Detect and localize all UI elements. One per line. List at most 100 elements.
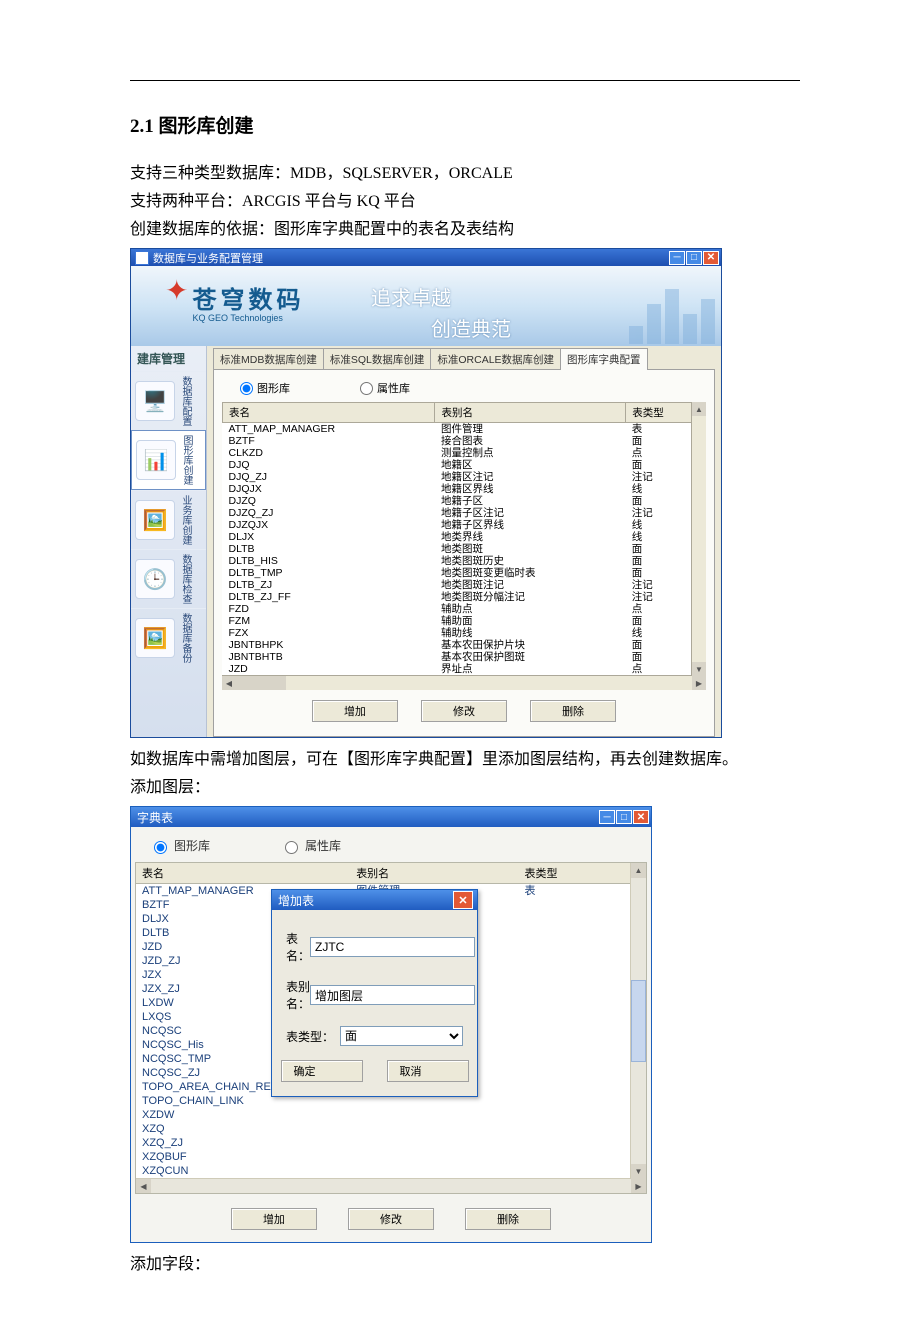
table-name-input[interactable]	[310, 937, 475, 957]
field-type-row: 表类型： 面	[286, 1026, 463, 1046]
scroll-right-icon[interactable]: ▶	[692, 676, 706, 690]
scroll-left-icon[interactable]: ◀	[222, 676, 236, 690]
table-row[interactable]: XZQ	[136, 1122, 646, 1136]
table-cell	[518, 1122, 646, 1136]
radio-attr-input[interactable]	[285, 841, 298, 854]
sidebar-item-biz-create[interactable]: 🖼️ 业务库创建	[131, 490, 206, 549]
cancel-button[interactable]: 取消	[387, 1060, 469, 1082]
hscroll-thumb[interactable]	[236, 676, 286, 690]
table-row[interactable]: DJZQJX地籍子区界线线	[223, 519, 706, 531]
minimize-button[interactable]: ─	[599, 810, 615, 824]
table-cell: 地籍子区界线	[435, 519, 626, 531]
table-row[interactable]: DJZQ_ZJ地籍子区注记注记	[223, 507, 706, 519]
table-cell	[350, 1150, 518, 1164]
table-cell: DJQ_ZJ	[223, 471, 435, 483]
table-row[interactable]: FZD辅助点点	[223, 603, 706, 615]
grid-hscroll[interactable]: ◀ ▶	[222, 675, 706, 690]
scroll-down-icon[interactable]: ▼	[631, 1164, 646, 1179]
table-row[interactable]: DLTB_ZJ_FF地类图斑分幅注记注记	[223, 591, 706, 603]
radio-attr[interactable]: 属性库	[280, 837, 341, 854]
sidebar-item-label: 数据库备份	[177, 613, 191, 663]
edit-button[interactable]: 修改	[421, 700, 507, 722]
grid-vscroll[interactable]: ▲ ▼	[691, 402, 706, 676]
table-cell	[518, 1164, 646, 1178]
radio-attr[interactable]: 属性库	[360, 380, 410, 396]
maximize-button[interactable]: □	[616, 810, 632, 824]
maximize-button[interactable]: □	[686, 251, 702, 265]
scroll-up-icon[interactable]: ▲	[631, 863, 646, 878]
table-alias-input[interactable]	[310, 985, 475, 1005]
tab-sql[interactable]: 标准SQL数据库创建	[323, 348, 432, 370]
scroll-right-icon[interactable]: ▶	[631, 1179, 646, 1193]
col-name[interactable]: 表名	[223, 403, 435, 423]
table-row[interactable]: FZX辅助线线	[223, 627, 706, 639]
scroll-left-icon[interactable]: ◀	[136, 1179, 151, 1193]
table-row[interactable]: BZTF接合图表面	[223, 435, 706, 447]
tab-mdb[interactable]: 标准MDB数据库创建	[213, 348, 324, 370]
add-button[interactable]: 增加	[312, 700, 398, 722]
ok-button[interactable]: 确定	[281, 1060, 363, 1082]
table-type-select[interactable]: 面	[340, 1026, 463, 1046]
table-row[interactable]: DLTB_HIS地类图斑历史面	[223, 555, 706, 567]
minimize-button[interactable]: ─	[669, 251, 685, 265]
tab-dict[interactable]: 图形库字典配置	[560, 348, 648, 370]
radio-attr-input[interactable]	[360, 382, 373, 395]
table-cell: 地籍子区	[435, 495, 626, 507]
table-row[interactable]: DJQJX地籍区界线线	[223, 483, 706, 495]
sidebar-item-label: 数据库配置	[177, 376, 191, 426]
table-row[interactable]: XZDW	[136, 1108, 646, 1122]
col-alias[interactable]: 表别名	[350, 863, 518, 884]
hscroll-track[interactable]	[151, 1179, 631, 1193]
table-row[interactable]: DLTB地类图斑面	[223, 543, 706, 555]
sidebar-item-db-config[interactable]: 🖥️ 数据库配置	[131, 371, 206, 430]
hscroll-track[interactable]	[236, 676, 692, 690]
table-row[interactable]: DLTB_TMP地类图斑变更临时表面	[223, 567, 706, 579]
tab-orcale[interactable]: 标准ORCALE数据库创建	[430, 348, 561, 370]
table-row[interactable]: JBNTBHTB基本农田保护图斑面	[223, 651, 706, 663]
col-type[interactable]: 表类型	[518, 863, 646, 884]
dialog-titlebar: 增加表 ✕	[272, 890, 477, 910]
section-title: 2.1 图形库创建	[130, 111, 800, 138]
table-row[interactable]: DLTB_ZJ地类图斑注记注记	[223, 579, 706, 591]
table-cell: 地类图斑注记	[435, 579, 626, 591]
vscroll-thumb[interactable]	[631, 980, 646, 1062]
edit-button[interactable]: 修改	[348, 1208, 434, 1230]
dialog-title: 增加表	[278, 892, 453, 909]
table-row[interactable]: ATT_MAP_MANAGER图件管理表	[223, 423, 706, 436]
grid-vscroll[interactable]: ▲ ▼	[630, 863, 646, 1179]
table-row[interactable]: DJQ_ZJ地籍区注记注记	[223, 471, 706, 483]
dict-grid[interactable]: 表名 表别名 表类型 ATT_MAP_MANAGER图件管理表BZTF接合图表面…	[222, 402, 706, 675]
table-row[interactable]: DJQ地籍区面	[223, 459, 706, 471]
sidebar-item-db-check[interactable]: 🕒 数据库检查	[131, 549, 206, 608]
table-cell: DLTB_TMP	[223, 567, 435, 579]
scroll-up-icon[interactable]: ▲	[692, 402, 706, 416]
table-row[interactable]: XZQCUN	[136, 1164, 646, 1178]
table-row[interactable]: FZM辅助面面	[223, 615, 706, 627]
col-alias[interactable]: 表别名	[435, 403, 626, 423]
grid-hscroll[interactable]: ◀ ▶	[136, 1178, 646, 1193]
radio-graph-input[interactable]	[154, 841, 167, 854]
scroll-down-icon[interactable]: ▼	[692, 662, 706, 676]
table-row[interactable]: JZD界址点点	[223, 663, 706, 675]
table-row[interactable]: DLJX地类界线线	[223, 531, 706, 543]
col-name[interactable]: 表名	[136, 863, 350, 884]
table-row[interactable]: XZQ_ZJ	[136, 1136, 646, 1150]
close-button[interactable]: ✕	[633, 810, 649, 824]
sidebar-item-db-backup[interactable]: 🖼️ 数据库备份	[131, 608, 206, 667]
sidebar-item-graph-create[interactable]: 📊 图形库创建	[131, 430, 206, 490]
add-button[interactable]: 增加	[231, 1208, 317, 1230]
radio-graph[interactable]: 图形库	[149, 837, 210, 854]
sidebar: 建库管理 🖥️ 数据库配置 📊 图形库创建 🖼️ 业务库创建 🕒 数据库检查	[131, 346, 207, 737]
table-cell	[350, 1164, 518, 1178]
delete-button[interactable]: 删除	[530, 700, 616, 722]
radio-graph-input[interactable]	[240, 382, 253, 395]
radio-graph[interactable]: 图形库	[240, 380, 290, 396]
table-row[interactable]: CLKZD测量控制点点	[223, 447, 706, 459]
dialog-close-button[interactable]: ✕	[453, 891, 473, 909]
table-row[interactable]: DJZQ地籍子区面	[223, 495, 706, 507]
close-button[interactable]: ✕	[703, 251, 719, 265]
table-row[interactable]: XZQBUF	[136, 1150, 646, 1164]
table-cell	[518, 1024, 646, 1038]
table-row[interactable]: JBNTBHPK基本农田保护片块面	[223, 639, 706, 651]
delete-button[interactable]: 删除	[465, 1208, 551, 1230]
